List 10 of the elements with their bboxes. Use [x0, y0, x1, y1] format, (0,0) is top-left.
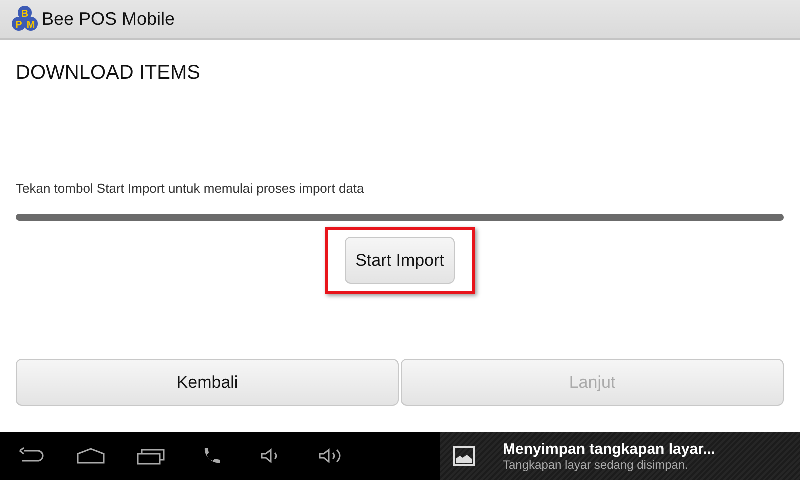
- start-import-button[interactable]: Start Import: [345, 237, 455, 284]
- action-button[interactable]: Kembali: [16, 359, 399, 406]
- notification-panel[interactable]: Menyimpan tangkapan layar... Tangkapan layar sedang disimpan.: [440, 432, 800, 480]
- home-icon[interactable]: [76, 446, 106, 466]
- notification-text: Tangkapan layar sedang disimpan.: [503, 458, 690, 472]
- instruction-text: Tekan tombol Start Import untuk memulai proses import data: [16, 181, 364, 196]
- page-heading: DOWNLOAD ITEMS: [16, 62, 200, 85]
- image-icon: [453, 446, 475, 466]
- app-title: Bee POS Mobile: [42, 8, 176, 30]
- notification-title: Menyimpan tangkapan layar...: [503, 440, 716, 458]
